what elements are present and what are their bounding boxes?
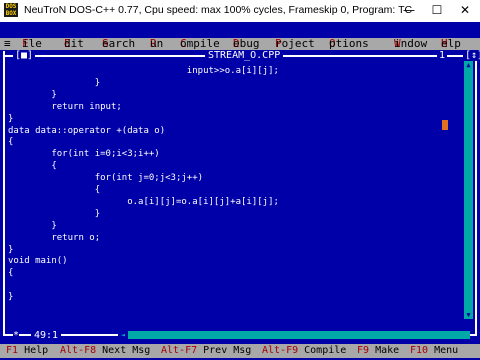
status-item[interactable]: F1 Help [6, 345, 48, 357]
code-line: return input; [8, 101, 122, 112]
window-titlebar: DOS BOX NeuTroN DOS-C++ 0.77, Cpu speed:… [0, 0, 480, 23]
menu-help-label: elp [441, 37, 461, 50]
scroll-down-arrow-icon[interactable]: ▼ [464, 311, 473, 319]
code-line: } [8, 113, 14, 124]
status-item[interactable]: F10 Menu [410, 345, 458, 357]
code-line: o.a[i][j]=o.a[i][j]+a[i][j]; [8, 196, 279, 207]
code-line: } [8, 77, 101, 88]
status-item-key: Alt-F7 [161, 345, 198, 356]
status-item-label: Prev Msg [197, 345, 252, 356]
modified-indicator: * [13, 330, 20, 341]
ide-menubar: ≡ File Edit Search Run Compile Debug Pro… [0, 38, 480, 50]
editor-window-number: 1 [437, 50, 448, 61]
code-line: for(int i=0;i<3;i++) [8, 149, 160, 160]
menu-edit-label: dit [64, 37, 84, 50]
window-title: NeuTroN DOS-C++ 0.77, Cpu speed: max 100… [24, 4, 413, 16]
menu-project-label: roject [275, 37, 315, 50]
scroll-left-arrow-icon[interactable]: ◄ [118, 331, 128, 339]
editor-title-row: [■] STREAM_O.CPP 1 [↕] [3, 50, 480, 61]
menu-run-label: un [150, 37, 164, 50]
horizontal-scrollbar[interactable]: ◄ [118, 331, 470, 339]
dos-screen: ≡ File Edit Search Run Compile Debug Pro… [0, 22, 480, 360]
dosbox-app-icon[interactable]: DOS BOX [4, 3, 18, 17]
status-bar: F1 Help Alt-F8 Next Msg Alt-F7 Prev Msg Alt… [0, 344, 480, 358]
status-item-label: Next Msg [96, 345, 151, 356]
scroll-up-arrow-icon[interactable]: ▲ [464, 61, 473, 69]
system-menu-icon[interactable]: ≡ [4, 38, 11, 50]
editor-filename: STREAM_O.CPP [205, 51, 284, 61]
status-item-label: Help [18, 345, 49, 356]
code-line: return o; [8, 232, 101, 243]
status-item[interactable]: Alt-F8 Next Msg [60, 345, 150, 357]
code-line: data data::operator +(data o) [8, 125, 166, 136]
code-line: { [8, 185, 101, 195]
menu-file-label: ile [22, 37, 42, 50]
status-item[interactable]: Alt-F7 Prev Msg [161, 345, 251, 357]
code-line: input>>o.a[i][j]; [8, 66, 279, 76]
code-line: { [8, 268, 14, 279]
code-editor[interactable]: input>>o.a[i][j]; } } return input;} data… [8, 65, 458, 315]
editor-close-box[interactable]: [■] [13, 51, 36, 61]
code-line: { [8, 161, 57, 172]
status-item-key: F9 [357, 345, 370, 356]
code-line: void main() [8, 256, 68, 267]
menu-options-label: ptions [329, 37, 369, 50]
status-item-label: Menu [428, 345, 459, 356]
code-line: { [8, 137, 14, 148]
menu-window-label: indow [394, 37, 428, 50]
editor-zoom-box[interactable]: [↕] [463, 51, 480, 61]
code-line: } [8, 89, 57, 100]
code-line: } [8, 220, 57, 231]
status-item-label: Make [369, 345, 400, 356]
code-line: } [8, 244, 14, 255]
status-item[interactable]: Alt-F9 Compile [262, 345, 346, 357]
vertical-scrollbar[interactable]: ▲ ▼ [464, 61, 473, 319]
status-item[interactable]: F9 Make [357, 345, 399, 357]
status-item-key: F1 [6, 345, 19, 356]
maximize-button[interactable]: ☐ [424, 0, 450, 20]
menu-debug-label: ebug [233, 37, 260, 50]
menu-compile-label: ompile [180, 37, 220, 50]
status-item-key: F10 [410, 345, 429, 356]
status-item-key: Alt-F8 [60, 345, 97, 356]
code-line: for(int j=0;j<3;j++) [8, 173, 204, 184]
code-line: } [8, 208, 101, 219]
code-line: } [8, 292, 14, 303]
scroll-position-marker [442, 120, 448, 130]
status-item-key: Alt-F9 [262, 345, 299, 356]
minimize-button[interactable]: — [396, 0, 422, 20]
status-item-label: Compile [298, 345, 347, 356]
menu-search-label: earch [102, 37, 136, 50]
close-button[interactable]: ✕ [450, 0, 480, 20]
cursor-position: 49:1 [31, 331, 62, 341]
